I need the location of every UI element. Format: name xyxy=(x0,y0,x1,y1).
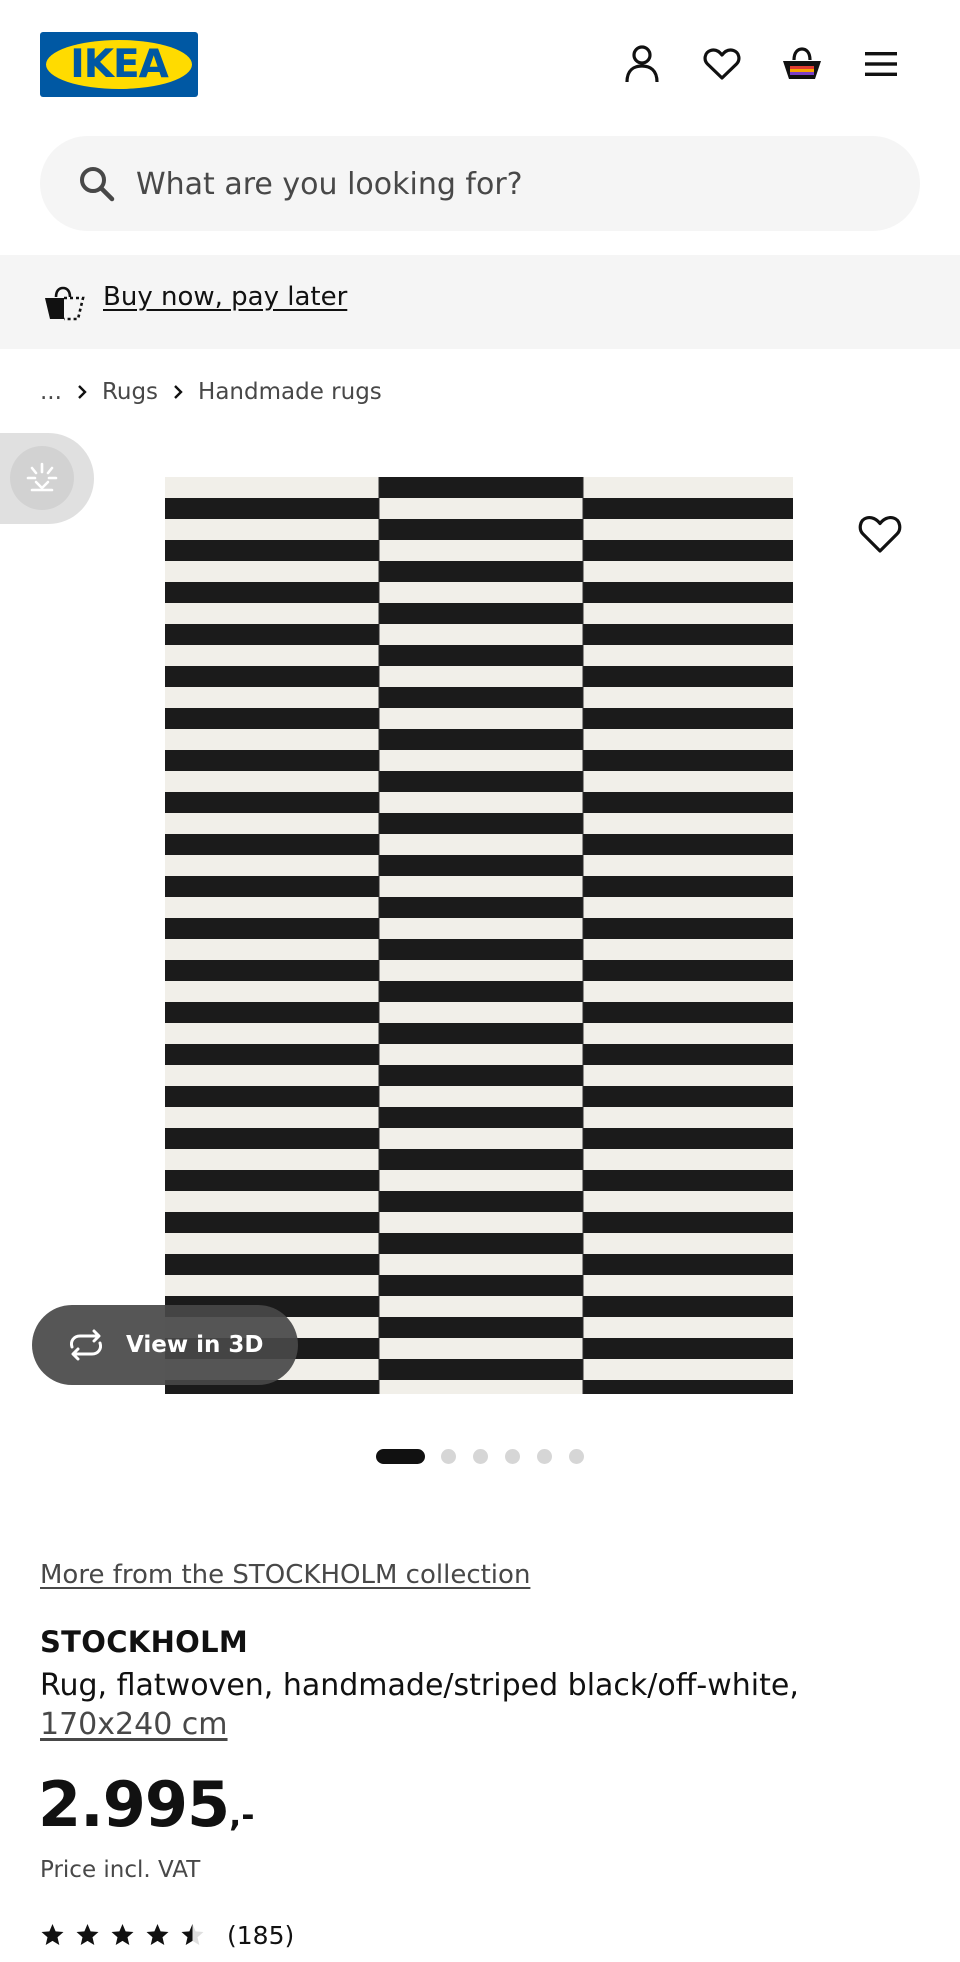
logo-text: IKEA xyxy=(70,42,169,87)
star-full-icon xyxy=(75,1923,100,1947)
rating-count: (185) xyxy=(227,1920,295,1950)
view-in-3d-label: View in 3D xyxy=(126,1332,264,1358)
star-full-icon xyxy=(145,1923,170,1947)
rug-center-panel xyxy=(379,477,583,1394)
shopping-bag-icon[interactable] xyxy=(778,40,826,88)
search-bar[interactable] xyxy=(40,136,920,233)
view-in-3d-button[interactable]: View in 3D xyxy=(32,1305,298,1385)
image-carousel-indicator xyxy=(376,1448,601,1464)
carousel-dot[interactable] xyxy=(569,1448,584,1464)
carousel-dot[interactable] xyxy=(473,1448,488,1464)
ikea-logo[interactable]: IKEA xyxy=(40,32,198,97)
chevron-right-icon xyxy=(172,384,184,400)
carousel-dot[interactable] xyxy=(505,1448,520,1464)
carousel-dot[interactable] xyxy=(441,1448,456,1464)
search-input[interactable] xyxy=(134,136,898,233)
rug-left-panel xyxy=(165,477,379,1394)
rotate-3d-icon xyxy=(66,1329,106,1361)
star-full-icon xyxy=(110,1923,135,1947)
promo-bar: Buy now, pay later xyxy=(0,255,960,349)
product-name: STOCKHOLM xyxy=(40,1625,249,1659)
ar-sparkle-icon xyxy=(10,446,74,510)
add-to-favourites-icon[interactable] xyxy=(856,510,904,558)
rating[interactable]: (185) xyxy=(40,1917,294,1953)
product-size-link[interactable]: 170x240 cm xyxy=(40,1707,228,1742)
collection-link[interactable]: More from the STOCKHOLM collection xyxy=(40,1560,530,1590)
rug-right-panel xyxy=(583,477,793,1394)
breadcrumb-handmade-rugs[interactable]: Handmade rugs xyxy=(198,379,382,405)
price-integer: 2.995 xyxy=(38,1768,230,1841)
profile-icon[interactable] xyxy=(618,40,666,88)
price-suffix: ,- xyxy=(229,1796,255,1834)
breadcrumb-rugs[interactable]: Rugs xyxy=(102,379,158,405)
product-description-text: Rug, flatwoven, handmade/striped black/o… xyxy=(40,1668,799,1703)
star-full-icon xyxy=(40,1923,65,1947)
star-half-icon xyxy=(180,1923,205,1947)
carousel-dot[interactable] xyxy=(537,1448,552,1464)
product-image[interactable] xyxy=(163,477,795,1394)
ar-view-tab[interactable] xyxy=(0,433,94,524)
chevron-right-icon xyxy=(76,384,88,400)
heart-icon[interactable] xyxy=(698,40,746,88)
breadcrumb: ... Rugs Handmade rugs xyxy=(40,374,382,410)
product-price: 2.995,- xyxy=(38,1768,255,1841)
hamburger-menu-icon[interactable] xyxy=(857,40,905,88)
breadcrumb-ellipsis[interactable]: ... xyxy=(40,379,62,405)
pay-later-bag-icon xyxy=(42,283,86,323)
buy-now-pay-later-link[interactable]: Buy now, pay later xyxy=(103,282,347,312)
product-description: Rug, flatwoven, handmade/striped black/o… xyxy=(40,1666,920,1744)
price-note: Price incl. VAT xyxy=(40,1857,201,1883)
search-icon xyxy=(77,164,117,204)
carousel-dot-active[interactable] xyxy=(376,1448,425,1464)
